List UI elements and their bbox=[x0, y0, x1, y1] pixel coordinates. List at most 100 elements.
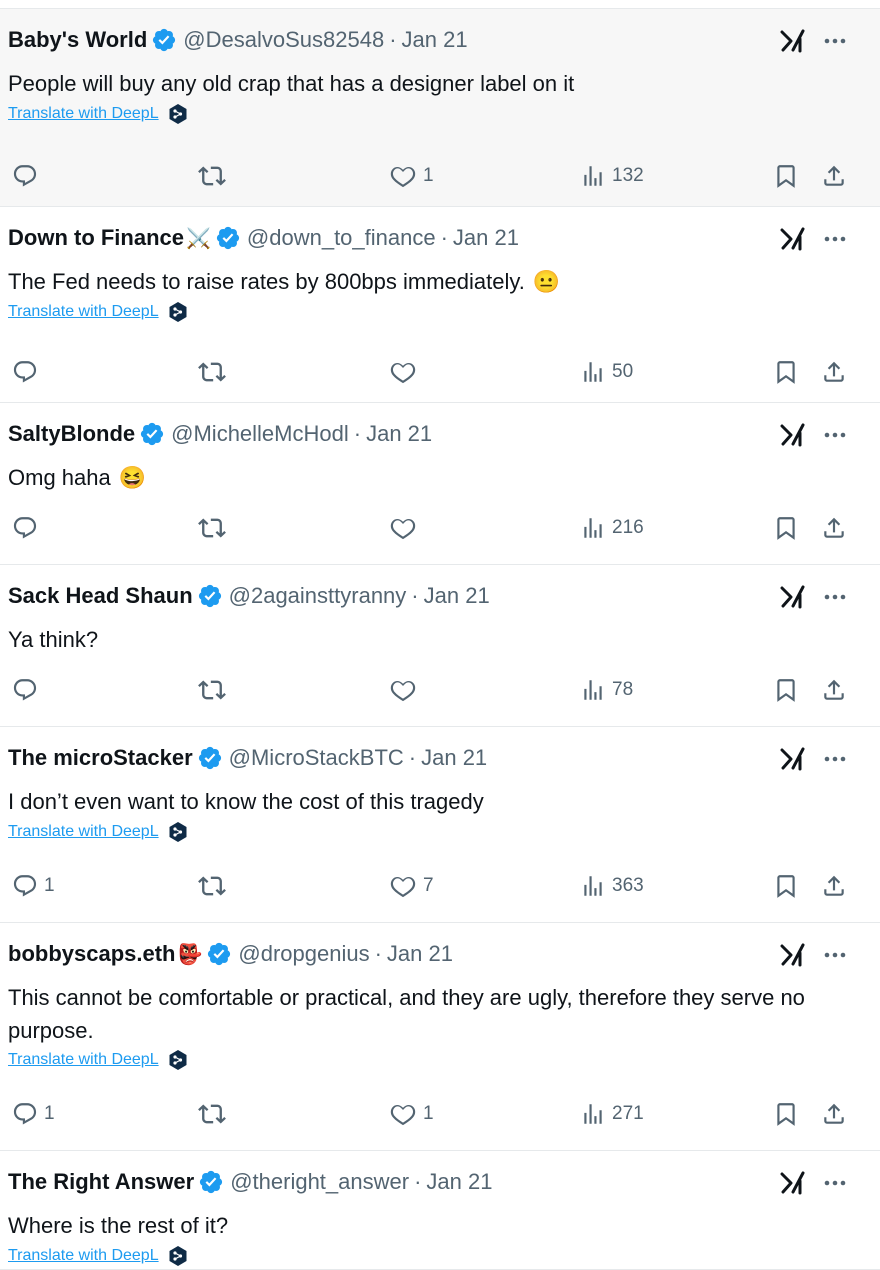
bookmark-button[interactable] bbox=[773, 871, 799, 901]
bookmark-button[interactable] bbox=[773, 513, 799, 543]
views-count: 271 bbox=[612, 1103, 644, 1124]
bookmark-button[interactable] bbox=[773, 357, 799, 387]
reply-button[interactable] bbox=[12, 675, 38, 705]
tweet-date[interactable]: Jan 21 bbox=[421, 745, 487, 771]
tweet[interactable]: Down to Finance ⚔️ @down_to_finance · Jan 21… bbox=[0, 207, 880, 403]
more-icon[interactable] bbox=[822, 745, 848, 773]
like-button[interactable] bbox=[389, 675, 417, 705]
grok-icon[interactable] bbox=[780, 745, 806, 773]
author-handle[interactable]: @theright_answer bbox=[230, 1169, 409, 1195]
translate-link[interactable]: Translate with DeepL bbox=[8, 1049, 188, 1071]
repost-button[interactable] bbox=[198, 1099, 226, 1129]
author-name[interactable]: bobbyscaps.eth bbox=[8, 941, 175, 967]
translate-link[interactable]: Translate with DeepL bbox=[8, 1245, 188, 1267]
reply-button[interactable] bbox=[12, 357, 38, 387]
author-handle[interactable]: @2againsttyranny bbox=[229, 583, 407, 609]
tweet-text-content: Ya think? bbox=[8, 627, 99, 652]
like-button[interactable]: 7 bbox=[389, 871, 434, 901]
bookmark-button[interactable] bbox=[773, 1099, 799, 1129]
share-icon bbox=[821, 162, 847, 190]
tweet[interactable]: Sack Head Shaun @2againsttyranny · Jan 21 Ya… bbox=[0, 565, 880, 727]
bookmark-button[interactable] bbox=[773, 675, 799, 705]
tweet-text: Where is the rest of it? bbox=[8, 1209, 840, 1242]
repost-button[interactable] bbox=[198, 357, 226, 387]
author-name[interactable]: Baby's World bbox=[8, 27, 147, 53]
translate-link[interactable]: Translate with DeepL bbox=[8, 301, 188, 323]
views-button[interactable]: 271 bbox=[580, 1099, 644, 1129]
separator-dot: · bbox=[408, 745, 417, 770]
more-icon[interactable] bbox=[822, 1169, 848, 1197]
author-name[interactable]: Down to Finance bbox=[8, 225, 184, 251]
views-button[interactable]: 132 bbox=[580, 161, 644, 191]
like-button[interactable] bbox=[389, 513, 417, 543]
more-icon[interactable] bbox=[822, 421, 848, 449]
reply-feed: Baby's World @DesalvoSus82548 · Jan 21 Peopl… bbox=[0, 9, 880, 1270]
share-button[interactable] bbox=[821, 675, 847, 705]
tweet-date[interactable]: Jan 21 bbox=[453, 225, 519, 251]
author-handle[interactable]: @dropgenius bbox=[238, 941, 369, 967]
tweet[interactable]: SaltyBlonde @MichelleMcHodl · Jan 21 Omg hah… bbox=[0, 403, 880, 565]
reply-button[interactable]: 1 bbox=[12, 871, 55, 901]
share-button[interactable] bbox=[821, 161, 847, 191]
tweet-date[interactable]: Jan 21 bbox=[424, 583, 490, 609]
deepl-logo-icon bbox=[168, 821, 188, 843]
like-button[interactable] bbox=[389, 357, 417, 387]
grok-icon[interactable] bbox=[780, 583, 806, 611]
more-icon[interactable] bbox=[822, 941, 848, 969]
author-name[interactable]: SaltyBlonde bbox=[8, 421, 135, 447]
separator-dot: · bbox=[414, 1169, 422, 1194]
share-button[interactable] bbox=[821, 357, 847, 387]
tweet-text: People will buy any old crap that has a … bbox=[8, 67, 840, 100]
grok-icon[interactable] bbox=[780, 27, 806, 55]
tweet[interactable]: Baby's World @DesalvoSus82548 · Jan 21 Peopl… bbox=[0, 9, 880, 207]
more-icon[interactable] bbox=[822, 225, 848, 253]
tweet[interactable]: The Right Answer @theright_answer · Jan 21 W… bbox=[0, 1151, 880, 1270]
author-handle[interactable]: @MichelleMcHodl bbox=[171, 421, 349, 447]
grok-icon[interactable] bbox=[780, 1169, 806, 1197]
tweet-text-content: I don’t even want to know the cost of th… bbox=[8, 789, 484, 814]
tweet-actions: 1 132 bbox=[0, 161, 880, 191]
author-name[interactable]: Sack Head Shaun bbox=[8, 583, 193, 609]
translate-link[interactable]: Translate with DeepL bbox=[8, 103, 188, 125]
author-name[interactable]: The Right Answer bbox=[8, 1169, 194, 1195]
bookmark-icon bbox=[773, 676, 799, 704]
tweet[interactable]: bobbyscaps.eth 👺 @dropgenius · Jan 21 This ca… bbox=[0, 923, 880, 1151]
tweet-date[interactable]: Jan 21 bbox=[426, 1169, 492, 1195]
views-button[interactable]: 50 bbox=[580, 357, 633, 387]
author-handle[interactable]: @DesalvoSus82548 bbox=[183, 27, 384, 53]
share-icon bbox=[821, 872, 847, 900]
author-handle[interactable]: @MicroStackBTC bbox=[229, 745, 404, 771]
share-icon bbox=[821, 676, 847, 704]
views-button[interactable]: 363 bbox=[580, 871, 644, 901]
name-emoji: 👺 bbox=[177, 943, 203, 966]
grok-icon[interactable] bbox=[780, 225, 806, 253]
repost-button[interactable] bbox=[198, 513, 226, 543]
reply-button[interactable] bbox=[12, 513, 38, 543]
verified-badge-icon bbox=[215, 225, 241, 251]
like-button[interactable]: 1 bbox=[389, 161, 434, 191]
share-button[interactable] bbox=[821, 1099, 847, 1129]
reply-button[interactable] bbox=[12, 161, 38, 191]
verified-badge-icon bbox=[139, 421, 165, 447]
tweet-date[interactable]: Jan 21 bbox=[366, 421, 432, 447]
like-button[interactable]: 1 bbox=[389, 1099, 434, 1129]
share-button[interactable] bbox=[821, 871, 847, 901]
share-button[interactable] bbox=[821, 513, 847, 543]
views-button[interactable]: 216 bbox=[580, 513, 644, 543]
tweet[interactable]: The microStacker @MicroStackBTC · Jan 21 I d… bbox=[0, 727, 880, 923]
translate-link[interactable]: Translate with DeepL bbox=[8, 821, 188, 843]
repost-button[interactable] bbox=[198, 161, 226, 191]
reply-button[interactable]: 1 bbox=[12, 1099, 55, 1129]
more-icon[interactable] bbox=[822, 27, 848, 55]
author-name[interactable]: The microStacker bbox=[8, 745, 193, 771]
repost-button[interactable] bbox=[198, 675, 226, 705]
tweet-date[interactable]: Jan 21 bbox=[387, 941, 453, 967]
author-handle[interactable]: @down_to_finance bbox=[247, 225, 436, 251]
grok-icon[interactable] bbox=[780, 421, 806, 449]
views-button[interactable]: 78 bbox=[580, 675, 633, 705]
bookmark-button[interactable] bbox=[773, 161, 799, 191]
repost-button[interactable] bbox=[198, 871, 226, 901]
tweet-date[interactable]: Jan 21 bbox=[402, 27, 468, 53]
grok-icon[interactable] bbox=[780, 941, 806, 969]
more-icon[interactable] bbox=[822, 583, 848, 611]
